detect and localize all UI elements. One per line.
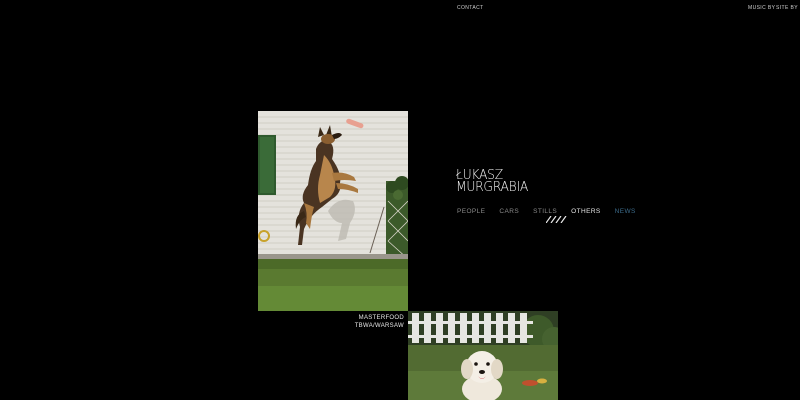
logo-last-name: MURGRABIA <box>456 180 528 195</box>
gallery-photo-puppy[interactable] <box>408 311 558 400</box>
nav-item-others[interactable]: OTHERS <box>571 208 601 215</box>
music-by-link[interactable]: MUSIC BY <box>748 5 775 11</box>
site-logo[interactable]: ŁUKASZ MURGRABIA <box>456 169 532 195</box>
caption-client: MASTERFOOD <box>358 315 404 321</box>
nav-item-cars[interactable]: CARS <box>499 208 519 215</box>
nav-item-people[interactable]: PEOPLE <box>457 208 485 215</box>
site-by-link[interactable]: SITE BY <box>776 5 798 11</box>
contact-link[interactable]: CONTACT <box>457 5 484 11</box>
nav-item-stills[interactable]: STILLS <box>533 208 557 215</box>
gallery-photo-dog[interactable] <box>258 111 408 311</box>
nav-item-news[interactable]: NEWS <box>615 208 636 215</box>
active-indicator-icon <box>546 216 567 223</box>
caption-agency: TBWA/WARSAW <box>354 322 404 329</box>
page: CONTACT MUSIC BY SITE BY MASTERFOOD TBWA… <box>0 0 800 400</box>
dog-photo-image <box>258 111 408 311</box>
main-nav: PEOPLE CARS STILLS OTHERS NEWS <box>457 208 636 215</box>
photo-caption: MASTERFOOD TBWA/WARSAW <box>355 315 404 330</box>
puppy-photo-image <box>408 311 558 400</box>
